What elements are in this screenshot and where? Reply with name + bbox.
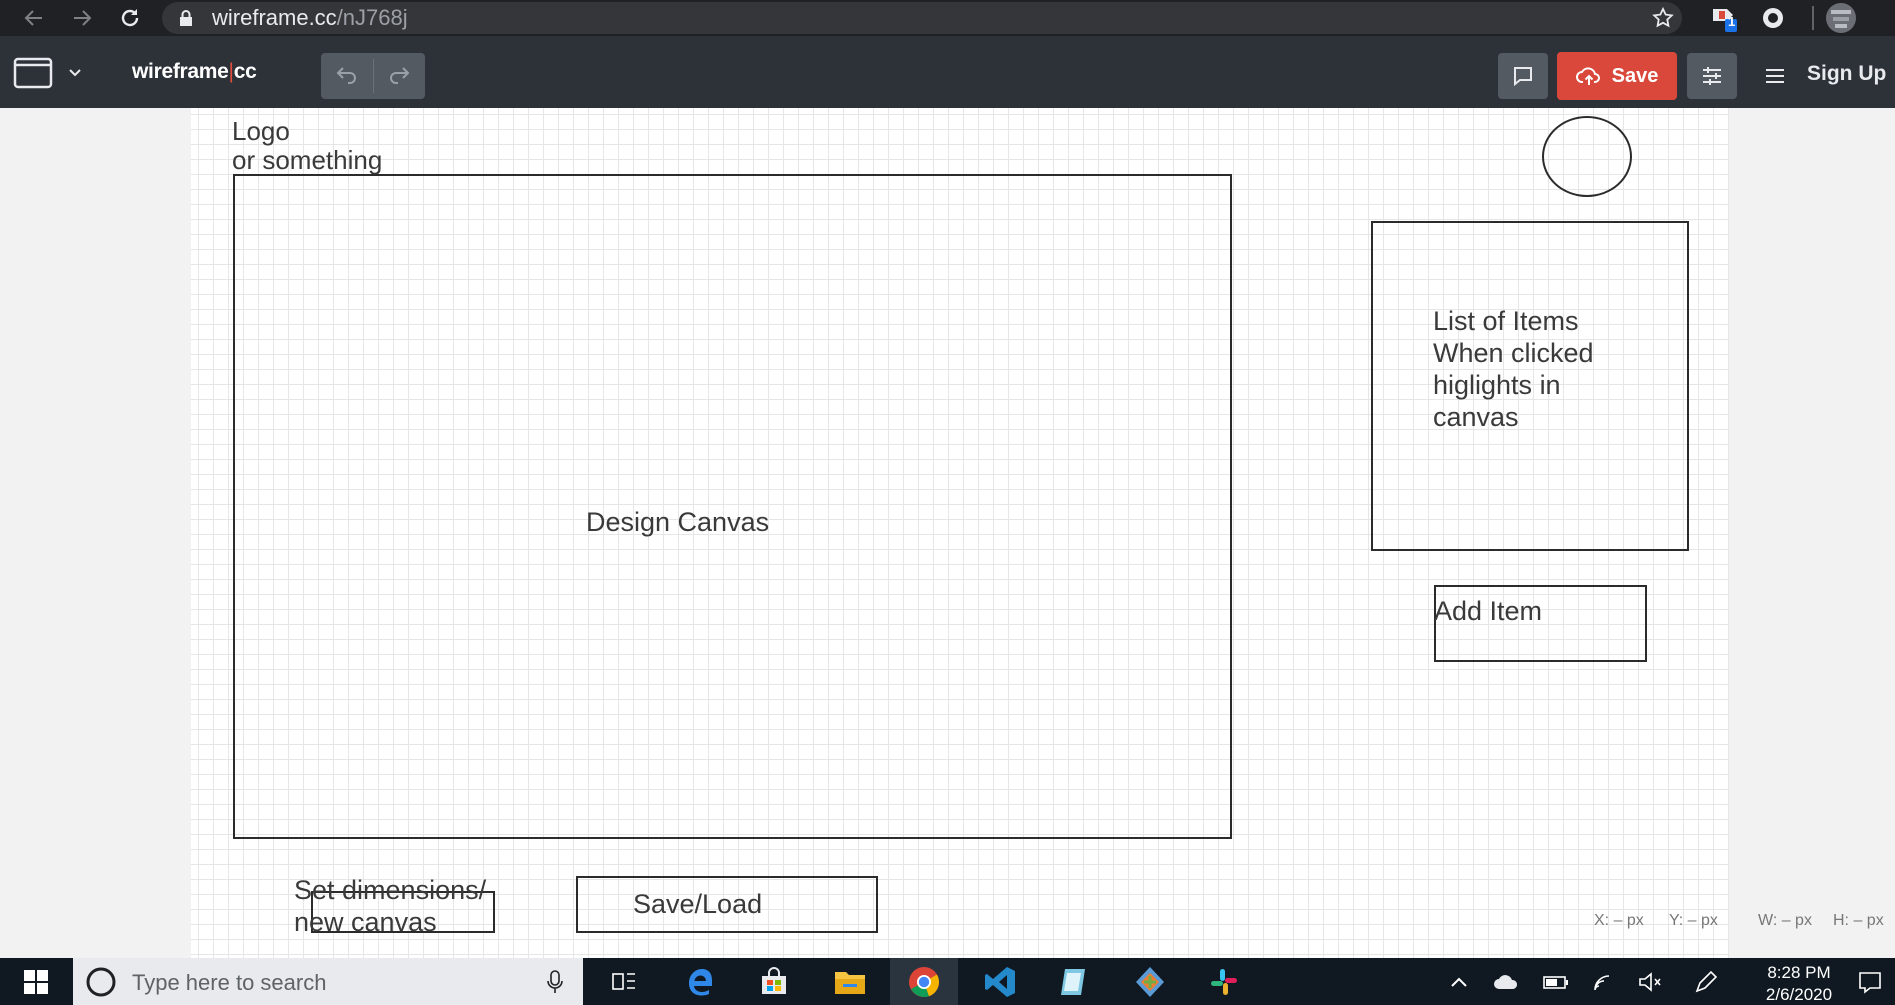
lock-icon [174, 0, 198, 36]
forward-icon[interactable] [64, 0, 100, 36]
save-button[interactable]: Save [1557, 52, 1677, 100]
onedrive-cloud-icon[interactable] [1488, 958, 1524, 1005]
url-path: /nJ768j [336, 5, 408, 30]
slack-icon[interactable] [1190, 958, 1258, 1005]
redo-button[interactable] [373, 53, 425, 99]
canvas-type-dropdown[interactable] [12, 50, 82, 96]
menu-button[interactable] [1758, 53, 1792, 99]
back-icon[interactable] [16, 0, 52, 36]
extension-icon[interactable]: 1 [1706, 0, 1742, 36]
battery-icon[interactable] [1538, 958, 1574, 1005]
add-item-label[interactable]: Add Item [1434, 595, 1542, 627]
store-icon[interactable] [740, 958, 808, 1005]
design-canvas-label[interactable]: Design Canvas [586, 506, 769, 538]
extension-badge: 1 [1728, 14, 1736, 29]
app-header: wireframe|cc Save Sign Up [0, 36, 1895, 108]
extension-round-icon[interactable] [1758, 0, 1788, 36]
windows-taskbar: Type here to search 8:28 PM 2/6/2020 [0, 958, 1895, 1005]
url-text[interactable]: wireframe.cc/nJ768j [212, 4, 408, 32]
bookmark-star-icon[interactable] [1648, 0, 1678, 36]
cortana-icon [86, 967, 116, 997]
pen-ink-icon[interactable] [1688, 958, 1724, 1005]
notes-app-icon[interactable] [1040, 958, 1108, 1005]
volume-muted-icon[interactable] [1632, 958, 1668, 1005]
microphone-icon [547, 970, 563, 993]
undo-button[interactable] [321, 53, 373, 99]
task-view-icon[interactable] [590, 958, 658, 1005]
file-explorer-icon[interactable] [816, 958, 884, 1005]
coord-w: W: – px [1758, 912, 1812, 929]
logo-placeholder-text[interactable]: Logo or something [232, 117, 382, 175]
undo-redo-group [321, 53, 425, 99]
vscode-icon[interactable] [966, 958, 1034, 1005]
edge-browser-icon[interactable] [666, 958, 734, 1005]
right-gutter [1729, 108, 1895, 958]
coord-x: X: – px [1594, 912, 1644, 929]
wireframe-canvas[interactable]: Logo or something Design Canvas List of … [191, 108, 1729, 958]
brand-text-right: cc [233, 60, 257, 83]
taskbar-time: 8:28 PM [1767, 963, 1831, 982]
url-domain: wireframe.cc [212, 5, 337, 30]
coord-y: Y: – px [1669, 912, 1718, 929]
brand-logo[interactable]: wireframe|cc [132, 60, 257, 84]
reload-icon[interactable] [112, 0, 148, 36]
set-dimensions-text[interactable]: Set dimensions/ new canvas [294, 874, 486, 938]
items-list-text[interactable]: List of Items When clicked higlights in … [1433, 305, 1594, 433]
toolbar-divider [1812, 6, 1814, 30]
screen: wireframe.cc/nJ768j 1 wireframe|cc Save … [0, 0, 1895, 1005]
profile-avatar[interactable] [1822, 0, 1860, 36]
comments-button[interactable] [1498, 53, 1548, 99]
windows-start-icon[interactable] [0, 958, 72, 1005]
comment-icon [1514, 67, 1532, 87]
taskbar-search[interactable]: Type here to search [73, 958, 583, 1005]
git-client-icon[interactable] [1116, 958, 1184, 1005]
settings-button[interactable] [1687, 53, 1737, 99]
save-label: Save [1611, 64, 1659, 87]
left-gutter [0, 108, 191, 958]
brand-text-left: wireframe [132, 60, 229, 83]
coord-h: H: – px [1833, 912, 1884, 929]
circle-placeholder[interactable] [1542, 116, 1632, 197]
undo-icon [336, 67, 356, 84]
save-load-label[interactable]: Save/Load [633, 888, 762, 920]
taskbar-search-placeholder: Type here to search [132, 970, 327, 995]
browser-toolbar: wireframe.cc/nJ768j 1 [0, 0, 1895, 36]
wifi-icon[interactable] [1586, 958, 1622, 1005]
cloud-upload-icon [1575, 67, 1600, 85]
action-center-icon[interactable] [1850, 958, 1890, 1005]
tray-chevron-up-icon[interactable] [1442, 958, 1476, 1005]
chrome-icon[interactable] [890, 958, 958, 1005]
taskbar-date: 2/6/2020 [1765, 985, 1833, 1004]
sliders-icon [1703, 67, 1721, 85]
taskbar-clock[interactable]: 8:28 PM 2/6/2020 [1744, 962, 1854, 1005]
sign-up-link[interactable]: Sign Up [1807, 62, 1886, 86]
redo-icon [390, 67, 410, 84]
hamburger-icon [1766, 69, 1784, 83]
